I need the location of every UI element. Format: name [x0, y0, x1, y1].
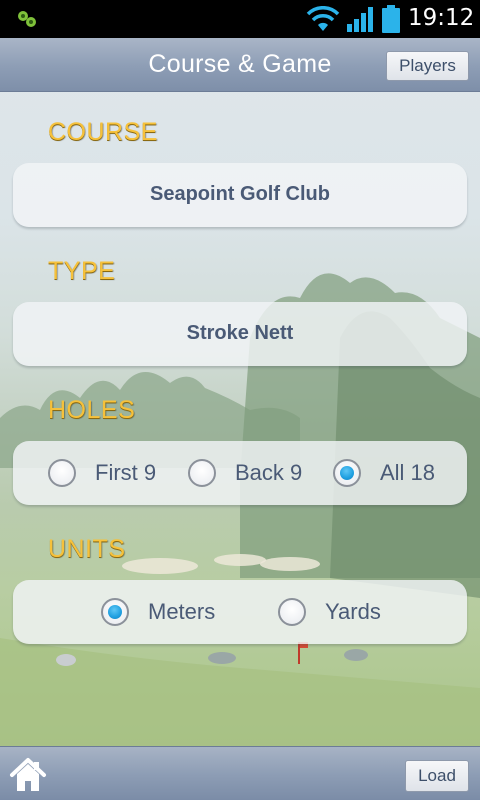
- wifi-icon: [306, 6, 340, 31]
- course-selector[interactable]: Seapoint Golf Club: [13, 163, 467, 227]
- type-selector[interactable]: Stroke Nett: [13, 302, 467, 366]
- players-button[interactable]: Players: [386, 51, 469, 81]
- holes-radio-group: First 9 Back 9 All 18: [13, 441, 467, 505]
- course-value: Seapoint Golf Club: [150, 183, 330, 205]
- holes-option-all-18[interactable]: All 18: [333, 459, 453, 489]
- app-notification-icon: [18, 11, 36, 27]
- holes-option-back-9[interactable]: Back 9: [188, 459, 318, 489]
- units-radio-group: Meters Yards: [13, 580, 467, 644]
- radio-label: First 9: [95, 460, 157, 485]
- units-option-meters[interactable]: Meters: [101, 598, 236, 628]
- clock: 19:12: [408, 5, 475, 31]
- bottom-bar: Load: [0, 746, 480, 800]
- units-option-yards[interactable]: Yards: [278, 598, 398, 628]
- radio-button[interactable]: [278, 598, 306, 626]
- signal-icon: [347, 7, 373, 32]
- home-icon[interactable]: [8, 755, 48, 795]
- radio-button[interactable]: [48, 459, 76, 487]
- load-button[interactable]: Load: [405, 760, 469, 792]
- radio-button-selected[interactable]: [101, 598, 129, 626]
- type-label: TYPE: [48, 257, 116, 285]
- radio-label: Back 9: [235, 460, 303, 485]
- units-label: UNITS: [48, 535, 126, 563]
- title-bar: Course & Game Players: [0, 38, 480, 92]
- radio-button-selected[interactable]: [333, 459, 361, 487]
- course-label: COURSE: [48, 118, 158, 146]
- battery-icon: [382, 5, 400, 33]
- holes-option-first-9[interactable]: First 9: [48, 459, 168, 489]
- radio-label: Yards: [325, 599, 381, 624]
- radio-label: Meters: [148, 599, 216, 624]
- radio-label: All 18: [380, 460, 436, 485]
- status-bar: 19:12: [0, 0, 480, 38]
- radio-button[interactable]: [188, 459, 216, 487]
- type-value: Stroke Nett: [186, 322, 294, 344]
- holes-label: HOLES: [48, 396, 136, 424]
